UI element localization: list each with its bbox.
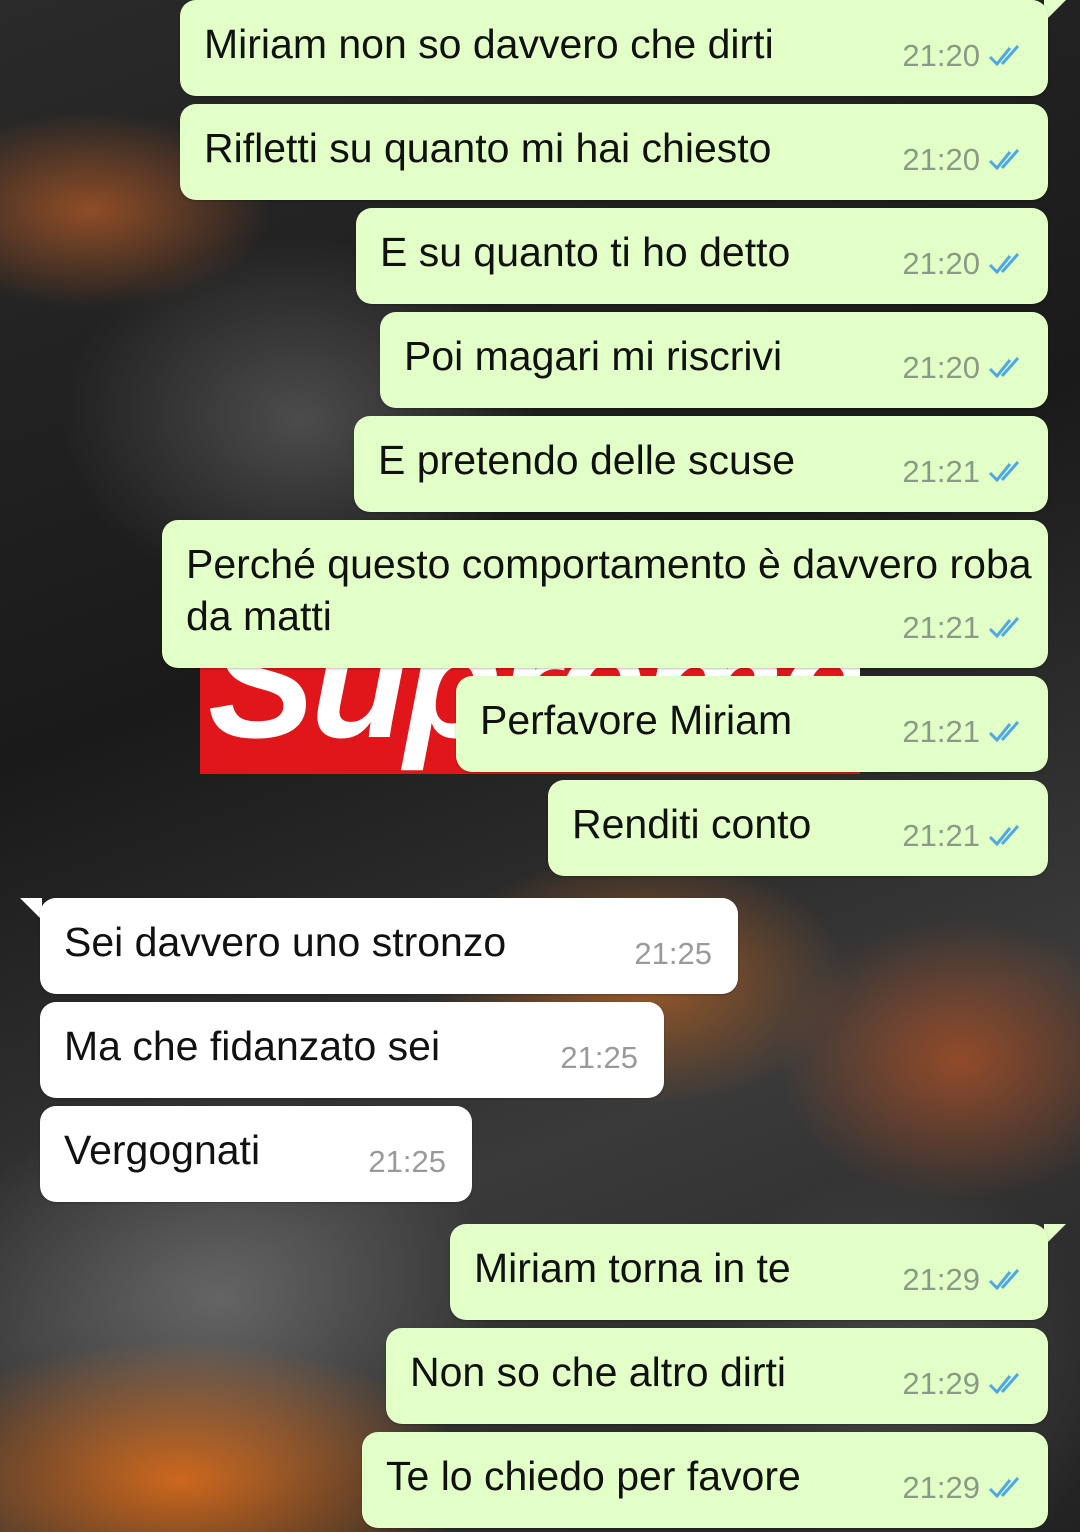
message-bubble-outgoing[interactable]: Non so che altro dirti 21:29: [386, 1328, 1048, 1424]
read-receipt-icon: [988, 1373, 1020, 1395]
read-receipt-icon: [988, 461, 1020, 483]
read-receipt-icon: [988, 721, 1020, 743]
message-bubble-outgoing[interactable]: E su quanto ti ho detto 21:20: [356, 208, 1048, 304]
message-time: 21:25: [634, 936, 712, 971]
message-time: 21:25: [560, 1040, 638, 1075]
message-time: 21:21: [902, 454, 980, 489]
message-time: 21:21: [902, 610, 980, 645]
read-receipt-icon: [988, 45, 1020, 67]
message-time: 21:29: [902, 1366, 980, 1401]
message-bubble-outgoing[interactable]: Poi magari mi riscrivi 21:20: [380, 312, 1048, 408]
read-receipt-icon: [988, 1269, 1020, 1291]
read-receipt-icon: [988, 1477, 1020, 1499]
message-bubble-incoming[interactable]: Vergognati 21:25: [40, 1106, 472, 1202]
message-time: 21:29: [902, 1262, 980, 1297]
read-receipt-icon: [988, 617, 1020, 639]
message-bubble-incoming[interactable]: Ma che fidanzato sei 21:25: [40, 1002, 664, 1098]
message-time: 21:20: [902, 38, 980, 73]
read-receipt-icon: [988, 825, 1020, 847]
message-time: 21:20: [902, 246, 980, 281]
read-receipt-icon: [988, 149, 1020, 171]
message-bubble-outgoing[interactable]: Rifletti su quanto mi hai chiesto 21:20: [180, 104, 1048, 200]
message-bubble-outgoing[interactable]: Renditi conto 21:21: [548, 780, 1048, 876]
bubble-tail: [20, 898, 42, 920]
read-receipt-icon: [988, 253, 1020, 275]
read-receipt-icon: [988, 357, 1020, 379]
message-bubble-outgoing[interactable]: Perché questo comportamento è davvero ro…: [162, 520, 1048, 668]
message-time: 21:20: [902, 142, 980, 177]
message-time: 21:21: [902, 818, 980, 853]
message-bubble-outgoing[interactable]: E pretendo delle scuse 21:21: [354, 416, 1048, 512]
message-bubble-incoming[interactable]: Sei davvero uno stronzo 21:25: [40, 898, 738, 994]
message-bubble-outgoing[interactable]: Miriam non so davvero che dirti 21:20: [180, 0, 1048, 96]
message-time: 21:21: [902, 714, 980, 749]
message-time: 21:25: [368, 1144, 446, 1179]
message-time: 21:29: [902, 1470, 980, 1505]
message-bubble-outgoing[interactable]: Perfavore Miriam 21:21: [456, 676, 1048, 772]
message-time: 21:20: [902, 350, 980, 385]
message-bubble-outgoing[interactable]: Miriam torna in te 21:29: [450, 1224, 1048, 1320]
message-bubble-outgoing[interactable]: Te lo chiedo per favore 21:29: [362, 1432, 1048, 1528]
